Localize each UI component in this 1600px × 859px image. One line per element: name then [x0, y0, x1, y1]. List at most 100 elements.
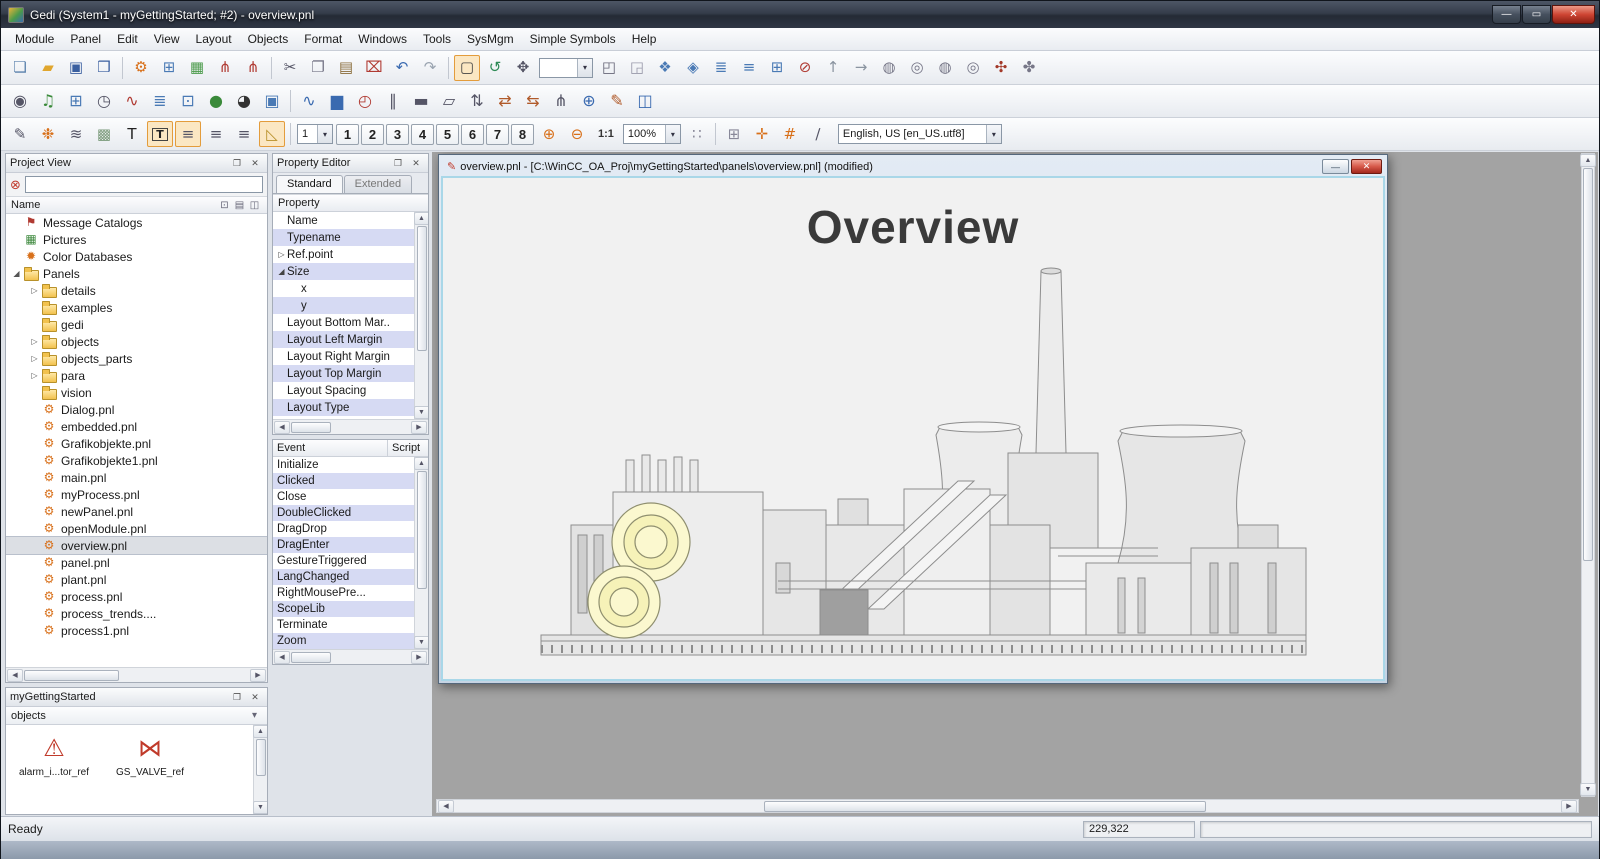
- language-select[interactable]: English, US [en_US.utf8] ▾: [838, 124, 1002, 144]
- mdi-child-window[interactable]: ✎ overview.pnl - [C:\WinCC_OA_Proj\myGet…: [438, 154, 1388, 684]
- tree-item-color-databases[interactable]: ✹Color Databases: [6, 248, 267, 265]
- bring-to-front-button[interactable]: ◰: [596, 55, 622, 81]
- pen-style-button[interactable]: ✎: [7, 121, 33, 147]
- menu-item-layout[interactable]: Layout: [188, 29, 240, 49]
- module-manager-button[interactable]: ⊞: [156, 55, 182, 81]
- plot-widget-button[interactable]: ∿: [296, 88, 322, 114]
- delete-button[interactable]: ⌧: [361, 55, 387, 81]
- event-row-langchanged[interactable]: LangChanged: [273, 569, 414, 585]
- swap-lr-button[interactable]: ⇄: [492, 88, 518, 114]
- reference-panel-button[interactable]: ◍: [876, 55, 902, 81]
- tree-item-process-pnl[interactable]: ⚙process.pnl: [6, 588, 267, 605]
- property-row-layout-top-margin[interactable]: Layout Top Margin: [273, 365, 414, 382]
- object-item-alarm-i-tor-ref[interactable]: ⚠alarm_i...tor_ref: [14, 735, 94, 778]
- layer-1-button[interactable]: 1: [336, 124, 359, 145]
- menu-item-tools[interactable]: Tools: [415, 29, 459, 49]
- event-row-rightmousepre[interactable]: RightMousePre...: [273, 585, 414, 601]
- swap-rl-button[interactable]: ⇆: [520, 88, 546, 114]
- snap-guides-button[interactable]: #: [777, 121, 803, 147]
- monitor-widget-button[interactable]: ▣: [259, 88, 285, 114]
- menu-item-objects[interactable]: Objects: [240, 29, 297, 49]
- child-minimize-button[interactable]: —: [1322, 159, 1349, 174]
- scroll-thumb[interactable]: [1583, 168, 1593, 561]
- scroll-up-icon[interactable]: ▲: [414, 457, 429, 470]
- group-button[interactable]: ❖: [652, 55, 678, 81]
- select-tool-button[interactable]: ▢: [454, 55, 480, 81]
- tree-collapsed-arrow-icon[interactable]: ▷: [28, 337, 41, 346]
- child-close-button[interactable]: ✕: [1351, 159, 1382, 174]
- tree-item-plant-pnl[interactable]: ⚙plant.pnl: [6, 571, 267, 588]
- embedded-module-button[interactable]: ◫: [632, 88, 658, 114]
- menu-item-simple-symbols[interactable]: Simple Symbols: [522, 29, 624, 49]
- ungroup-button[interactable]: ◈: [680, 55, 706, 81]
- tree-collapsed-arrow-icon[interactable]: ▷: [28, 371, 41, 380]
- clear-filter-icon[interactable]: ⊗: [10, 178, 21, 191]
- move-right-button[interactable]: →: [848, 55, 874, 81]
- pattern-style-button[interactable]: ▩: [91, 121, 117, 147]
- progress-widget-button[interactable]: ▱: [436, 88, 462, 114]
- sound-widget-button[interactable]: ♫: [35, 88, 61, 114]
- property-row-layout-bottom-mar[interactable]: Layout Bottom Mar..: [273, 314, 414, 331]
- view-mode-icon[interactable]: ⊡: [217, 200, 232, 211]
- menu-item-module[interactable]: Module: [7, 29, 62, 49]
- minimize-button[interactable]: —: [1492, 5, 1521, 24]
- tree-expanded-arrow-icon[interactable]: ◢: [10, 269, 23, 278]
- scroll-right-icon[interactable]: ▶: [1561, 800, 1577, 813]
- tree-item-main-pnl[interactable]: ⚙main.pnl: [6, 469, 267, 486]
- float-panel-button[interactable]: ❐: [390, 156, 406, 171]
- align-right-button[interactable]: ≡: [231, 121, 257, 147]
- save-all-button[interactable]: ❒: [91, 55, 117, 81]
- chevron-down-icon[interactable]: ▾: [247, 710, 262, 721]
- tab-extended[interactable]: Extended: [344, 175, 412, 193]
- scroll-thumb[interactable]: [24, 670, 119, 681]
- scroll-thumb[interactable]: [417, 471, 427, 589]
- tree-item-grafikobjekte1-pnl[interactable]: ⚙Grafikobjekte1.pnl: [6, 452, 267, 469]
- property-row-layout-left-margin[interactable]: Layout Left Margin: [273, 331, 414, 348]
- property-row-size[interactable]: ◢Size: [273, 263, 414, 280]
- event-row-initialize[interactable]: Initialize: [273, 457, 414, 473]
- event-row-doubleclicked[interactable]: DoubleClicked: [273, 505, 414, 521]
- object-item-gs-valve-ref[interactable]: ⋈GS_VALVE_ref: [110, 735, 190, 778]
- save-panel-button[interactable]: ▣: [63, 55, 89, 81]
- close-panel-button[interactable]: ✕: [247, 156, 263, 171]
- event-row-dragdrop[interactable]: DragDrop: [273, 521, 414, 537]
- reference-panel2-button[interactable]: ◎: [904, 55, 930, 81]
- trend-widget-button[interactable]: ∿: [119, 88, 145, 114]
- tree-item-objects[interactable]: ▷objects: [6, 333, 267, 350]
- scroll-down-icon[interactable]: ▼: [1580, 783, 1596, 796]
- close-panel-button[interactable]: ✕: [408, 156, 424, 171]
- layer-8-button[interactable]: 8: [511, 124, 534, 145]
- table-widget-button[interactable]: ⊞: [63, 88, 89, 114]
- layer-7-button[interactable]: 7: [486, 124, 509, 145]
- transform-button[interactable]: ✥: [510, 55, 536, 81]
- property-row-layout-right-margin[interactable]: Layout Right Margin: [273, 348, 414, 365]
- objects-tab[interactable]: objects ▾: [6, 707, 267, 725]
- shape-tool-button[interactable]: ◺: [259, 121, 285, 147]
- tree-item-gedi[interactable]: gedi: [6, 316, 267, 333]
- bar-chart-widget-button[interactable]: ▆: [324, 88, 350, 114]
- script-editor-button[interactable]: ✎: [604, 88, 630, 114]
- toggle-widget-button[interactable]: ●: [203, 88, 229, 114]
- scroll-thumb[interactable]: [256, 739, 266, 776]
- tree-item-process1-pnl[interactable]: ⚙process1.pnl: [6, 622, 267, 639]
- undo-button[interactable]: ↶: [389, 55, 415, 81]
- project-tree-button[interactable]: ⋔: [212, 55, 238, 81]
- event-row-dragenter[interactable]: DragEnter: [273, 537, 414, 553]
- event-row-zoom[interactable]: Zoom: [273, 633, 414, 649]
- panel-unlink-button[interactable]: ✤: [1016, 55, 1042, 81]
- picture-catalog-button[interactable]: ▦: [184, 55, 210, 81]
- property-row-x[interactable]: x: [273, 280, 414, 297]
- event-row-scopelib[interactable]: ScopeLib: [273, 601, 414, 617]
- tree-item-message-catalogs[interactable]: ⚑Message Catalogs: [6, 214, 267, 231]
- zoom-out-button[interactable]: ⊖: [564, 121, 590, 147]
- tree-item-grafikobjekte-pnl[interactable]: ⚙Grafikobjekte.pnl: [6, 435, 267, 452]
- tree-item-details[interactable]: ▷details: [6, 282, 267, 299]
- layer-2-button[interactable]: 2: [361, 124, 384, 145]
- align-left-button[interactable]: ≡: [175, 121, 201, 147]
- scroll-down-icon[interactable]: ▼: [414, 406, 429, 419]
- gauge-widget-button[interactable]: ◴: [352, 88, 378, 114]
- tree-item-panel-pnl[interactable]: ⚙panel.pnl: [6, 554, 267, 571]
- tree-item-process-trends[interactable]: ⚙process_trends....: [6, 605, 267, 622]
- split-view-icon[interactable]: ◫: [247, 200, 262, 211]
- grid-dots-button[interactable]: ∷: [684, 121, 710, 147]
